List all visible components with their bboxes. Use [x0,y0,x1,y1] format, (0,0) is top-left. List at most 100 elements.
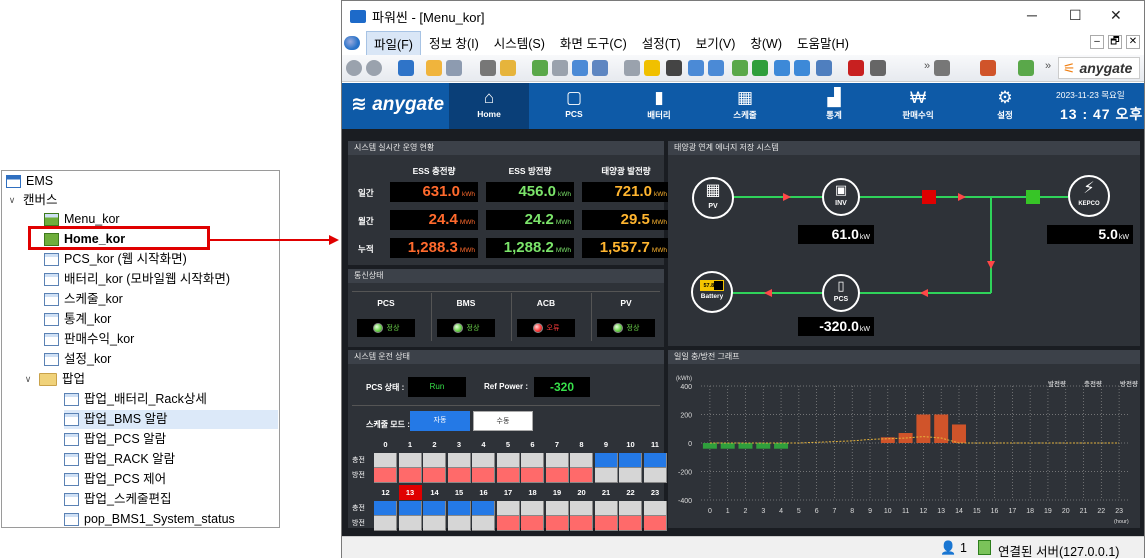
charge-cell[interactable] [472,453,495,468]
discharge-cell[interactable] [447,516,471,531]
discharge-cell[interactable] [521,516,544,531]
charge-cell[interactable] [594,453,618,468]
toolbar-button-icon[interactable] [870,60,886,76]
charge-cell[interactable] [619,501,642,516]
battery-node[interactable]: 57.8 % Battery [691,271,733,313]
toolbar-button-icon[interactable] [572,60,588,76]
toolbar-button-icon[interactable] [426,60,442,76]
charge-cell[interactable] [472,501,495,516]
toolbar-button-icon[interactable] [688,60,704,76]
charge-cell[interactable] [545,501,569,516]
discharge-cell[interactable] [423,468,446,483]
charge-cell[interactable] [570,501,593,516]
menu-item[interactable]: 창(W) [743,31,789,56]
discharge-cell[interactable] [472,516,495,531]
app-menu-icon[interactable] [344,36,360,50]
menu-item[interactable]: 시스템(S) [487,31,552,56]
mdi-close-button[interactable]: ✕ [1126,35,1140,49]
tree-popup-item[interactable]: 팝업_PCS 제어 [64,470,278,489]
tree-popup-item[interactable]: 팝업_RACK 알람 [64,450,278,469]
toolbar-button-icon[interactable] [980,60,996,76]
nav-item-2[interactable]: ▮ 배터리 [623,87,695,121]
nav-item-3[interactable]: ▦ 스케줄 [709,87,781,121]
discharge-cell[interactable] [447,468,471,483]
discharge-cell[interactable] [496,468,520,483]
tree-popup-item[interactable]: 팝업_PCS 알람 [64,430,278,449]
discharge-cell[interactable] [619,468,642,483]
toolbar-button-icon[interactable] [592,60,608,76]
discharge-cell[interactable] [545,468,569,483]
auto-mode-button[interactable]: 자동 [410,411,470,431]
charge-cell[interactable] [521,453,544,468]
discharge-cell[interactable] [374,468,397,483]
discharge-cell[interactable] [423,516,446,531]
toolbar-button-icon[interactable] [934,60,950,76]
toolbar-button-icon[interactable] [644,60,660,76]
toolbar-button-icon[interactable] [1018,60,1034,76]
discharge-cell[interactable] [594,516,618,531]
menu-item[interactable]: 보기(V) [689,31,743,56]
discharge-cell[interactable] [570,516,593,531]
tree-popup-item[interactable]: 팝업_BMS 알람 [64,410,278,429]
charge-cell[interactable] [447,453,471,468]
mdi-restore-button[interactable]: 🗗 [1108,35,1122,49]
charge-cell[interactable] [545,453,569,468]
inv-node[interactable]: ▣ INV [822,178,860,216]
toolbar-button-icon[interactable] [398,60,414,76]
maximize-button[interactable]: ☐ [1069,7,1082,24]
tree-item[interactable]: 배터리_kor (모바일웹 시작화면) [44,270,230,289]
charge-cell[interactable] [447,501,471,516]
discharge-cell[interactable] [398,468,422,483]
minimize-button[interactable]: ─ [1027,7,1037,23]
toolbar-button-icon[interactable] [532,60,548,76]
charge-cell[interactable] [374,501,397,516]
discharge-cell[interactable] [619,516,642,531]
menu-item[interactable]: 화면 도구(C) [553,31,634,56]
charge-cell[interactable] [423,501,446,516]
toolbar-button-icon[interactable] [366,60,382,76]
tree-popup-item[interactable]: pop_BMS1_System_status [64,510,278,529]
charge-cell[interactable] [398,453,422,468]
discharge-cell[interactable] [643,516,667,531]
toolbar-button-icon[interactable] [708,60,724,76]
charge-cell[interactable] [521,501,544,516]
toolbar-button-icon[interactable] [666,60,682,76]
pv-node[interactable]: ▦ PV [692,177,734,219]
menu-item[interactable]: 도움말(H) [790,31,856,56]
charge-cell[interactable] [643,501,667,516]
nav-item-4[interactable]: ▟ 통계 [798,87,870,121]
toolbar-button-icon[interactable] [480,60,496,76]
toolbar-button-icon[interactable] [774,60,790,76]
toolbar-button-icon[interactable] [346,60,362,76]
charge-cell[interactable] [619,453,642,468]
grid-node[interactable]: ⚡ KEPCO [1068,175,1110,217]
tree-group-popup[interactable]: ∨ 팝업 [22,370,278,389]
mdi-minimize-button[interactable]: – [1090,35,1104,49]
charge-cell[interactable] [643,453,667,468]
discharge-cell[interactable] [521,468,544,483]
toolbar-button-icon[interactable] [816,60,832,76]
tree-item[interactable]: 통계_kor [44,310,111,329]
menu-item[interactable]: 정보 창(I) [422,31,486,56]
toolbar-button-icon[interactable] [624,60,640,76]
charge-cell[interactable] [423,453,446,468]
toolbar-button-icon[interactable] [848,60,864,76]
charge-cell[interactable] [496,453,520,468]
toolbar-overflow-button[interactable]: » [924,60,930,72]
charge-cell[interactable] [594,501,618,516]
pcs-node[interactable]: ▯ PCS [822,274,860,312]
nav-item-0[interactable]: ⌂ Home [453,87,525,119]
charge-cell[interactable] [496,501,520,516]
discharge-cell[interactable] [374,516,397,531]
tree-root[interactable]: EMS [6,172,53,191]
nav-item-6[interactable]: ⚙ 설정 [969,87,1041,121]
manual-mode-button[interactable]: 수동 [473,411,533,431]
toolbar-button-icon[interactable] [500,60,516,76]
discharge-cell[interactable] [570,468,593,483]
toolbar-button-icon[interactable] [446,60,462,76]
nav-item-1[interactable]: ▢ PCS [538,87,610,119]
toolbar-button-icon[interactable] [552,60,568,76]
tree-popup-item[interactable]: 팝업_배터리_Rack상세 [64,390,278,409]
close-button[interactable]: ✕ [1110,7,1122,24]
menu-item[interactable]: 파일(F) [366,30,421,56]
